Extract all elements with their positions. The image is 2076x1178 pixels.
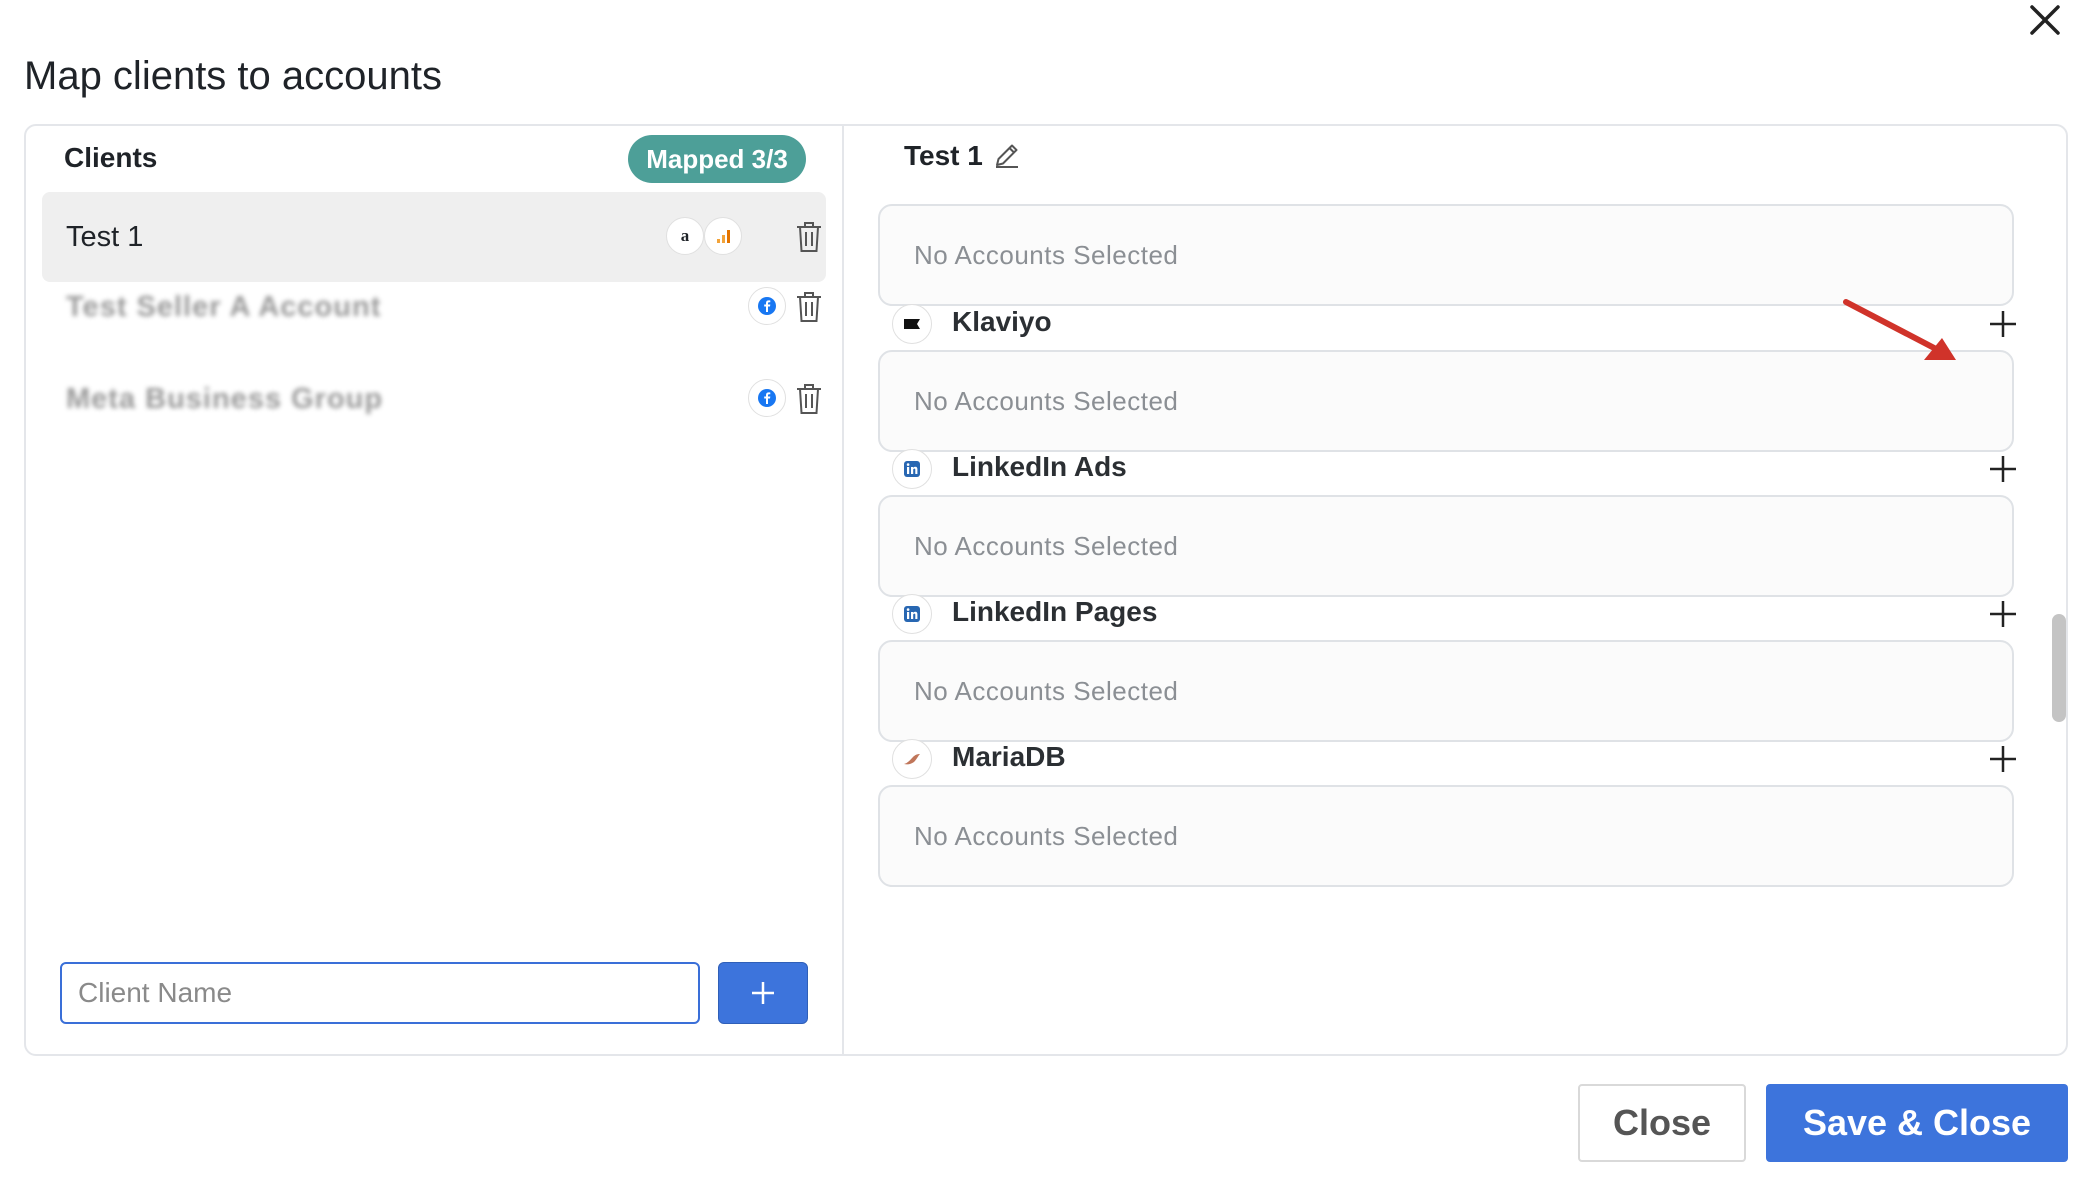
service-name-linkedin-ads: LinkedIn Ads [952, 451, 1127, 482]
mariadb-icon [892, 739, 932, 779]
scrollbar-thumb[interactable] [2052, 614, 2066, 722]
service-name-linkedin-pages: LinkedIn Pages [952, 596, 1158, 627]
linkedin-ads-accounts-box: No Accounts Selected [878, 495, 2014, 597]
service-name-klaviyo: Klaviyo [952, 306, 1052, 337]
annotation-arrow-icon [1843, 299, 1956, 360]
selected-accounts-box: No Accounts Selected [878, 204, 2014, 306]
client-name-input[interactable] [60, 962, 700, 1024]
delete-client-icon[interactable] [794, 290, 824, 324]
close-dialog-icon[interactable] [2022, 2, 2068, 42]
mapping-panel: Clients Mapped 3/3 Test 1 a Test Seller … [24, 124, 2068, 1056]
mariadb-accounts-box: No Accounts Selected [878, 785, 2014, 887]
linkedin-pages-accounts-box: No Accounts Selected [878, 640, 2014, 742]
plus-icon [752, 982, 774, 1004]
selected-client-title: Test 1 [904, 140, 983, 171]
amazon-icon: a [666, 217, 704, 255]
account-mapping-area: Test 1 No Accounts Selected Klaviyo No A… [844, 126, 2068, 1026]
linkedin-icon [892, 594, 932, 634]
facebook-icon [748, 379, 786, 417]
client-name: Test Seller A Account [66, 291, 382, 323]
edit-pencil-icon[interactable] [992, 140, 1022, 170]
client-row[interactable]: Meta Business Group [42, 354, 826, 444]
mapped-status-badge: Mapped 3/3 [628, 135, 806, 183]
klaviyo-icon [892, 304, 932, 344]
delete-client-icon[interactable] [794, 220, 824, 254]
facebook-icon [748, 287, 786, 325]
client-name: Meta Business Group [66, 383, 384, 415]
delete-client-icon[interactable] [794, 382, 824, 416]
add-klaviyo-account-button[interactable] [1988, 309, 2018, 339]
close-button[interactable]: Close [1578, 1084, 1746, 1162]
add-linkedin-pages-account-button[interactable] [1988, 599, 2018, 629]
service-name-mariadb: MariaDB [952, 741, 1066, 772]
analytics-icon [704, 217, 742, 255]
add-client-button[interactable] [718, 962, 808, 1024]
save-and-close-button[interactable]: Save & Close [1766, 1084, 2068, 1162]
client-row[interactable]: Test Seller A Account [42, 262, 826, 352]
add-linkedin-ads-account-button[interactable] [1988, 454, 2018, 484]
linkedin-icon [892, 449, 932, 489]
add-mariadb-account-button[interactable] [1988, 744, 2018, 774]
clients-heading: Clients [64, 142, 158, 173]
dialog-title: Map clients to accounts [24, 54, 442, 98]
